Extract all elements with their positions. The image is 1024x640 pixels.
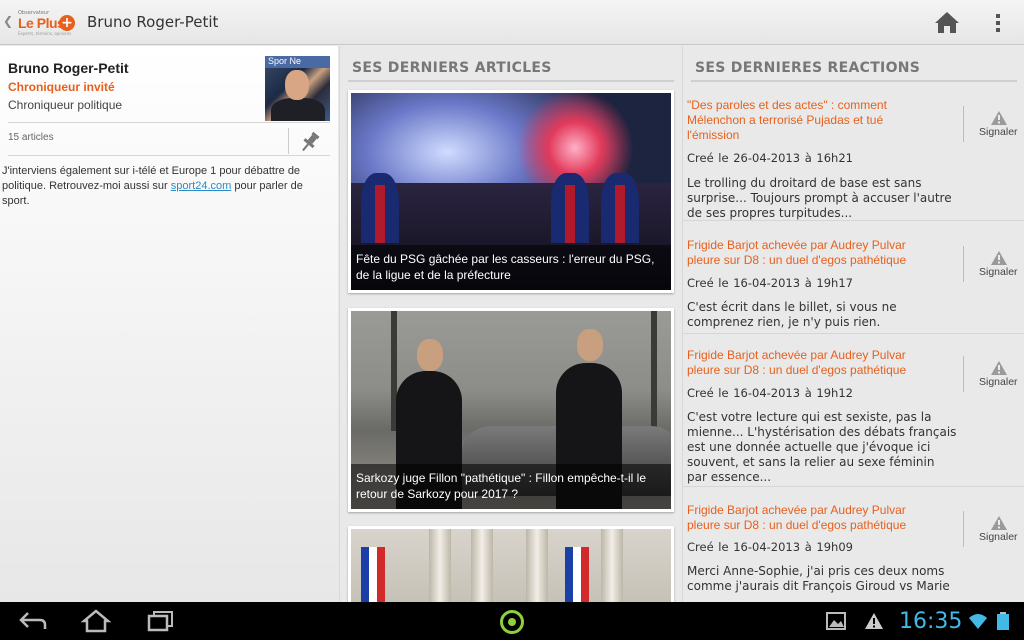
- author-panel: Bruno Roger-Petit Chroniqueur invité Chr…: [0, 46, 338, 602]
- article-image: Fête du PSG gâchée par les casseurs : l'…: [351, 93, 671, 290]
- author-role: Chroniqueur invité: [8, 80, 115, 94]
- article-caption: Sarkozy juge Fillon "pathétique" : Fillo…: [351, 464, 671, 509]
- article-card[interactable]: Fête du PSG gâchée par les casseurs : l'…: [348, 90, 674, 293]
- divider: [963, 356, 964, 392]
- report-button[interactable]: Signaler: [979, 126, 1018, 138]
- wifi-icon: [969, 614, 987, 629]
- articles-panel: SES DERNIERS ARTICLES Fête du PSG gâchée…: [339, 46, 681, 602]
- reactions-heading: SES DERNIERES REACTIONS: [695, 60, 921, 76]
- clock: 16:35: [899, 609, 963, 634]
- logo-tagline: Experts, témoins, opinions: [18, 31, 72, 36]
- reaction-item[interactable]: Frigide Barjot achevée par Audrey Pulvar…: [683, 348, 1024, 490]
- page-title: Bruno Roger-Petit: [87, 13, 219, 31]
- avatar: Spor Ne: [265, 56, 330, 121]
- reaction-date: Creé le 16-04-2013 à 19h12: [687, 386, 853, 400]
- logo-plus-icon: +: [59, 15, 75, 31]
- home-icon[interactable]: [81, 609, 111, 633]
- reaction-article-title[interactable]: Frigide Barjot achevée par Audrey Pulvar…: [687, 503, 937, 533]
- reaction-item[interactable]: Frigide Barjot achevée par Audrey Pulvar…: [683, 503, 1024, 602]
- article-count: 15 articles: [8, 132, 54, 143]
- article-image: Sarkozy juge Fillon "pathétique" : Fillo…: [351, 311, 671, 509]
- divider: [963, 246, 964, 282]
- reaction-item[interactable]: "Des paroles et des actes" : comment Mél…: [683, 98, 1024, 222]
- divider: [683, 220, 1024, 221]
- logo-main-text: Le Plus: [18, 15, 65, 31]
- bio-link[interactable]: sport24.com: [171, 180, 232, 192]
- avatar-background-sign: Spor Ne: [265, 56, 330, 68]
- warning-icon[interactable]: [864, 612, 884, 630]
- home-icon[interactable]: [934, 10, 960, 34]
- divider: [8, 122, 330, 123]
- divider: [683, 333, 1024, 334]
- reaction-article-title[interactable]: Frigide Barjot achevée par Audrey Pulvar…: [687, 238, 937, 268]
- battery-icon: [997, 612, 1009, 630]
- system-bar: 16:35: [0, 602, 1024, 640]
- divider: [683, 486, 1024, 487]
- reaction-item[interactable]: Frigide Barjot achevée par Audrey Pulvar…: [683, 238, 1024, 338]
- back-icon[interactable]: [18, 609, 48, 633]
- divider: [8, 155, 330, 156]
- report-button[interactable]: Signaler: [979, 266, 1018, 278]
- chevron-left-icon[interactable]: ❮: [3, 14, 13, 28]
- reactions-panel: SES DERNIERES REACTIONS "Des paroles et …: [682, 46, 1024, 602]
- author-bio: J'interviens également sur i-télé et Eur…: [2, 164, 332, 209]
- reaction-body: C'est votre lecture qui est sexiste, pas…: [687, 410, 957, 484]
- author-subtitle: Chroniqueur politique: [8, 98, 123, 112]
- reaction-body: Merci Anne-Sophie, j'ai pris ces deux no…: [687, 564, 950, 593]
- article-image: [351, 529, 671, 602]
- warning-icon[interactable]: [990, 250, 1008, 266]
- warning-icon[interactable]: [990, 110, 1008, 126]
- reaction-article-title[interactable]: "Des paroles et des actes" : comment Mél…: [687, 98, 937, 143]
- report-button[interactable]: Signaler: [979, 531, 1018, 543]
- article-caption: Fête du PSG gâchée par les casseurs : l'…: [351, 245, 671, 290]
- divider: [963, 511, 964, 547]
- divider: [963, 106, 964, 142]
- recent-apps-icon[interactable]: [145, 609, 175, 633]
- gallery-icon[interactable]: [826, 612, 846, 630]
- reaction-body: Le trolling du droitard de base est sans…: [687, 176, 952, 220]
- articles-heading: SES DERNIERS ARTICLES: [352, 60, 552, 76]
- article-card[interactable]: Sarkozy juge Fillon "pathétique" : Fillo…: [348, 308, 674, 512]
- author-name: Bruno Roger-Petit: [8, 60, 129, 76]
- divider: [288, 128, 289, 154]
- overflow-menu-icon[interactable]: [990, 12, 1006, 34]
- heading-underline: [348, 80, 674, 82]
- reaction-date: Creé le 26-04-2013 à 16h21: [687, 151, 853, 165]
- warning-icon[interactable]: [990, 515, 1008, 531]
- report-button[interactable]: Signaler: [979, 376, 1018, 388]
- heading-underline: [691, 80, 1017, 82]
- reaction-date: Creé le 16-04-2013 à 19h17: [687, 276, 853, 290]
- pin-icon[interactable]: [298, 130, 322, 154]
- action-bar: ❮ Observateur Le Plus + Experts, témoins…: [0, 0, 1024, 45]
- article-card[interactable]: [348, 526, 674, 602]
- app-logo[interactable]: Observateur Le Plus + Experts, témoins, …: [16, 10, 76, 36]
- reaction-date: Creé le 16-04-2013 à 19h09: [687, 540, 853, 554]
- launcher-icon[interactable]: [500, 610, 524, 634]
- reaction-article-title[interactable]: Frigide Barjot achevée par Audrey Pulvar…: [687, 348, 937, 378]
- warning-icon[interactable]: [990, 360, 1008, 376]
- reaction-body: C'est écrit dans le billet, si vous ne c…: [687, 300, 897, 329]
